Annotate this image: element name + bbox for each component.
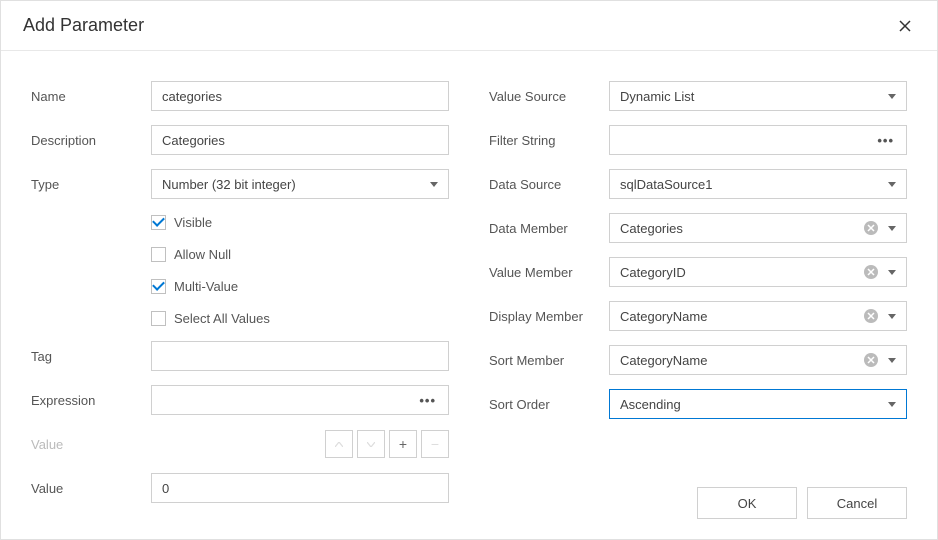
display-member-label: Display Member	[489, 309, 609, 324]
filter-string-ellipsis-button[interactable]: •••	[877, 133, 896, 148]
dialog-title: Add Parameter	[23, 15, 144, 36]
chevron-down-icon	[888, 314, 896, 319]
cancel-button[interactable]: Cancel	[807, 487, 907, 519]
value-source-value: Dynamic List	[620, 89, 694, 104]
add-parameter-dialog: Add Parameter Name Description Type	[0, 0, 938, 540]
plus-icon: +	[399, 436, 407, 452]
display-member-value: CategoryName	[620, 309, 707, 324]
value-source-combo[interactable]: Dynamic List	[609, 81, 907, 111]
type-value: Number (32 bit integer)	[162, 177, 296, 192]
chevron-down-icon	[888, 226, 896, 231]
expression-input[interactable]: •••	[151, 385, 449, 415]
clear-icon	[867, 268, 875, 276]
sort-order-combo[interactable]: Ascending	[609, 389, 907, 419]
tag-input[interactable]	[151, 341, 449, 371]
chevron-down-icon	[888, 358, 896, 363]
sort-member-clear-button[interactable]	[864, 353, 878, 367]
right-column: Value Source Dynamic List Filter String …	[489, 81, 907, 517]
chevron-down-icon	[367, 442, 375, 447]
name-input[interactable]	[151, 81, 449, 111]
dialog-header: Add Parameter	[1, 1, 937, 51]
visible-checkbox[interactable]	[151, 215, 166, 230]
value-member-value: CategoryID	[620, 265, 686, 280]
move-up-button[interactable]	[325, 430, 353, 458]
chevron-down-icon	[888, 182, 896, 187]
sort-member-value: CategoryName	[620, 353, 707, 368]
data-member-combo[interactable]: Categories	[609, 213, 907, 243]
value-label: Value	[31, 481, 151, 496]
value-spinner-group: + −	[151, 430, 449, 458]
clear-icon	[867, 356, 875, 364]
chevron-down-icon	[888, 94, 896, 99]
left-column: Name Description Type Number (32 bit int…	[31, 81, 449, 517]
ok-button[interactable]: OK	[697, 487, 797, 519]
chevron-down-icon	[888, 402, 896, 407]
multi-value-checkbox-label[interactable]: Multi-Value	[174, 279, 238, 294]
clear-icon	[867, 224, 875, 232]
value-member-combo[interactable]: CategoryID	[609, 257, 907, 287]
chevron-down-icon	[430, 182, 438, 187]
remove-button[interactable]: −	[421, 430, 449, 458]
multi-value-checkbox[interactable]	[151, 279, 166, 294]
sort-member-combo[interactable]: CategoryName	[609, 345, 907, 375]
type-combo[interactable]: Number (32 bit integer)	[151, 169, 449, 199]
visible-checkbox-label[interactable]: Visible	[174, 215, 212, 230]
description-label: Description	[31, 133, 151, 148]
type-label: Type	[31, 177, 151, 192]
sort-order-label: Sort Order	[489, 397, 609, 412]
data-source-value: sqlDataSource1	[620, 177, 713, 192]
data-source-combo[interactable]: sqlDataSource1	[609, 169, 907, 199]
chevron-down-icon	[888, 270, 896, 275]
sort-order-value: Ascending	[620, 397, 681, 412]
select-all-checkbox[interactable]	[151, 311, 166, 326]
expression-ellipsis-button[interactable]: •••	[419, 393, 438, 408]
filter-string-label: Filter String	[489, 133, 609, 148]
value-list-label: Value	[31, 437, 151, 452]
dialog-body: Name Description Type Number (32 bit int…	[1, 51, 937, 537]
filter-string-input[interactable]: •••	[609, 125, 907, 155]
display-member-combo[interactable]: CategoryName	[609, 301, 907, 331]
minus-icon: −	[431, 436, 439, 452]
data-member-value: Categories	[620, 221, 683, 236]
sort-member-label: Sort Member	[489, 353, 609, 368]
move-down-button[interactable]	[357, 430, 385, 458]
dialog-footer: OK Cancel	[697, 487, 907, 519]
value-source-label: Value Source	[489, 89, 609, 104]
filter-string-text[interactable]	[620, 126, 877, 154]
close-button[interactable]	[895, 16, 915, 36]
data-member-clear-button[interactable]	[864, 221, 878, 235]
value-member-clear-button[interactable]	[864, 265, 878, 279]
close-icon	[899, 20, 911, 32]
value-input[interactable]	[151, 473, 449, 503]
name-label: Name	[31, 89, 151, 104]
allow-null-checkbox[interactable]	[151, 247, 166, 262]
tag-label: Tag	[31, 349, 151, 364]
value-member-label: Value Member	[489, 265, 609, 280]
allow-null-checkbox-label[interactable]: Allow Null	[174, 247, 231, 262]
data-source-label: Data Source	[489, 177, 609, 192]
display-member-clear-button[interactable]	[864, 309, 878, 323]
clear-icon	[867, 312, 875, 320]
data-member-label: Data Member	[489, 221, 609, 236]
add-button[interactable]: +	[389, 430, 417, 458]
description-input[interactable]	[151, 125, 449, 155]
chevron-up-icon	[335, 442, 343, 447]
expression-label: Expression	[31, 393, 151, 408]
expression-text[interactable]	[162, 386, 419, 414]
select-all-checkbox-label[interactable]: Select All Values	[174, 311, 270, 326]
